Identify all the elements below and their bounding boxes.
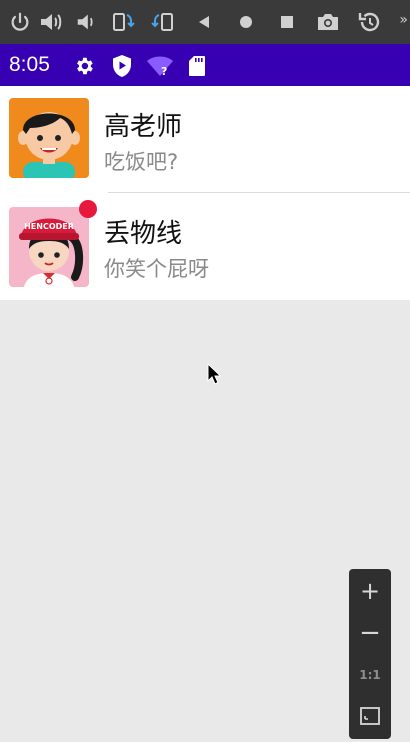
conversation-item[interactable]: HENCODER 丢物线 你笑个屁呀 — [0, 193, 410, 300]
zoom-out-button[interactable]: − — [349, 613, 391, 653]
status-time: 8:05 — [9, 53, 50, 76]
avatar — [9, 98, 89, 178]
last-message: 吃饭吧? — [104, 150, 179, 174]
svg-text:?: ? — [161, 65, 167, 77]
camera-icon[interactable] — [314, 8, 342, 36]
contact-name: 丢物线 — [104, 219, 183, 249]
avatar: HENCODER — [9, 207, 89, 287]
hencoder-cap-text: HENCODER — [24, 222, 74, 231]
rotate-left-icon[interactable] — [109, 8, 137, 36]
volume-up-icon[interactable] — [37, 8, 65, 36]
zoom-in-button[interactable]: + — [349, 571, 391, 611]
rotate-right-icon[interactable] — [149, 8, 177, 36]
zoom-actual-size-button[interactable]: 1:1 — [349, 655, 391, 695]
sd-card-icon — [185, 54, 209, 78]
emulator-toolbar: » — [0, 0, 410, 44]
fit-screen-icon — [360, 707, 380, 725]
wifi-unknown-icon: ? — [146, 54, 174, 78]
contact-name: 高老师 — [104, 112, 183, 142]
svg-text:HENCODER: HENCODER — [24, 222, 74, 231]
restore-icon[interactable] — [356, 8, 384, 36]
last-message: 你笑个屁呀 — [104, 257, 209, 281]
overview-icon[interactable] — [273, 8, 301, 36]
zoom-fit-button[interactable] — [349, 696, 391, 736]
status-bar: 8:05 ? — [0, 44, 410, 86]
home-icon[interactable] — [232, 8, 260, 36]
volume-down-icon[interactable] — [72, 8, 100, 36]
power-icon[interactable] — [6, 8, 34, 36]
more-chevron-icon[interactable]: » — [399, 12, 407, 28]
conversation-item[interactable]: 高老师 吃饭吧? — [0, 86, 410, 193]
zoom-controls: + − 1:1 — [349, 569, 391, 739]
mouse-cursor-icon — [207, 362, 222, 389]
conversation-list: 高老师 吃饭吧? HENCODER 丢物线 你笑个屁呀 — [0, 86, 410, 300]
play-protect-shield-icon — [110, 54, 134, 78]
unread-badge — [79, 200, 97, 218]
back-icon[interactable] — [190, 8, 218, 36]
settings-gear-icon — [72, 54, 96, 78]
